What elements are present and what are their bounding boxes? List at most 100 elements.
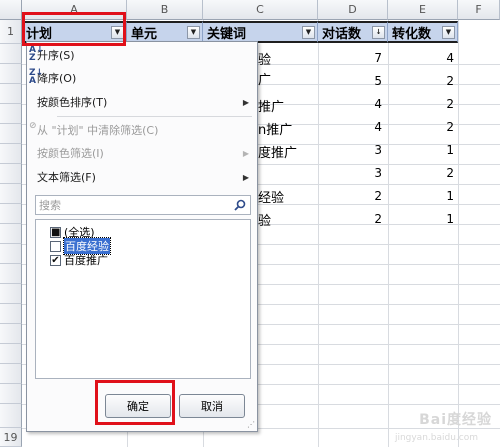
- filter-search-input[interactable]: 搜索: [35, 195, 251, 215]
- filter-dropdown-button[interactable]: ▼: [442, 26, 455, 39]
- keyword-cell[interactable]: 度推广: [258, 142, 297, 161]
- dialogs-cell[interactable]: 7: [362, 51, 382, 65]
- row-header[interactable]: [0, 224, 22, 244]
- conversions-cell[interactable]: 2: [434, 166, 454, 180]
- row-number: 1: [7, 25, 14, 38]
- keyword-cell[interactable]: 广: [258, 69, 271, 88]
- filter-dropdown-button[interactable]: ▼: [302, 26, 315, 39]
- conversions-cell[interactable]: 2: [434, 97, 454, 111]
- conversions-cell[interactable]: 2: [434, 120, 454, 134]
- header-cell-unit[interactable]: 单元 ▼: [127, 21, 203, 43]
- menu-item-label: 文本筛选(F): [37, 171, 96, 184]
- filter-dropdown-button[interactable]: ▼: [187, 26, 200, 39]
- header-label: 关键词: [207, 26, 247, 42]
- sort-descending-item[interactable]: Z↓ A 降序(O): [27, 67, 257, 89]
- column-header-d[interactable]: D: [318, 0, 388, 20]
- column-letter: D: [348, 3, 357, 16]
- keyword-cell[interactable]: 验: [258, 210, 271, 229]
- filter-option-baidu-tuiguang[interactable]: ✔ 百度推广: [50, 253, 108, 267]
- submenu-arrow-icon: ▶: [242, 97, 249, 107]
- filter-option-baidu-jingyan[interactable]: 百度经验: [50, 237, 111, 255]
- select-all-corner[interactable]: [0, 0, 22, 20]
- resize-grip-icon[interactable]: ⋰: [247, 421, 255, 429]
- column-letter: F: [475, 3, 482, 16]
- conversions-cell[interactable]: 1: [434, 143, 454, 157]
- dialogs-cell[interactable]: 4: [362, 97, 382, 111]
- row-header[interactable]: [0, 304, 22, 324]
- row-header[interactable]: [0, 264, 22, 284]
- conversions-cell[interactable]: 4: [434, 51, 454, 65]
- select-all-checkbox[interactable]: ■: [50, 226, 61, 238]
- header-label: 对话数: [322, 26, 362, 42]
- row-header[interactable]: [0, 84, 22, 104]
- menu-separator: [57, 116, 252, 117]
- column-header-b[interactable]: B: [127, 0, 203, 20]
- select-all-option[interactable]: ■ (全选): [50, 225, 95, 239]
- dialogs-cell[interactable]: 2: [362, 189, 382, 203]
- highlight-plan-filter: [22, 12, 126, 46]
- header-cell-dialogs[interactable]: 对话数 ↓: [318, 21, 388, 43]
- row-header[interactable]: [0, 204, 22, 224]
- row-header-19[interactable]: 19: [0, 428, 22, 447]
- option-checkbox[interactable]: ✔: [50, 254, 61, 266]
- text-filter-item[interactable]: 文本筛选(F) ▶: [27, 166, 257, 188]
- menu-item-label: 从 "计划" 中清除筛选(C): [37, 124, 159, 137]
- option-label: 百度推广: [64, 254, 108, 267]
- row-header[interactable]: [0, 364, 22, 384]
- column-letter: E: [419, 3, 426, 16]
- menu-item-label: 按颜色排序(T): [37, 96, 108, 109]
- watermark-logo: Bai度经验: [419, 412, 492, 428]
- submenu-arrow-icon: ▶: [242, 172, 249, 182]
- keyword-cell[interactable]: 推广: [258, 96, 284, 115]
- column-header-e[interactable]: E: [388, 0, 458, 20]
- dialogs-cell[interactable]: 3: [362, 143, 382, 157]
- row-header[interactable]: [0, 284, 22, 304]
- row-header[interactable]: [0, 244, 22, 264]
- row-header[interactable]: [0, 44, 22, 64]
- column-header-c[interactable]: C: [203, 0, 318, 20]
- option-checkbox[interactable]: [50, 240, 61, 252]
- column-header-f[interactable]: F: [458, 0, 500, 20]
- row-header[interactable]: [0, 384, 22, 404]
- highlight-ok-button: [95, 380, 175, 425]
- dialogs-cell[interactable]: 2: [362, 212, 382, 226]
- keyword-cell[interactable]: n推广: [258, 119, 292, 138]
- header-cell-conversions[interactable]: 转化数 ▼: [388, 21, 458, 43]
- menu-item-label: 按颜色筛选(I): [37, 147, 104, 160]
- row-header[interactable]: [0, 324, 22, 344]
- row-header[interactable]: [0, 164, 22, 184]
- autofilter-dropdown: A↓ Z 升序(S) Z↓ A 降序(O) 按颜色排序(T) ▶ ⊘ 从 "计划" …: [26, 41, 258, 432]
- row-header[interactable]: [0, 104, 22, 124]
- sort-by-color-item[interactable]: 按颜色排序(T) ▶: [27, 91, 257, 113]
- search-placeholder: 搜索: [39, 199, 61, 212]
- row-header[interactable]: [0, 124, 22, 144]
- header-label: 单元: [131, 26, 158, 42]
- keyword-cell[interactable]: 验: [258, 49, 271, 68]
- column-letter: B: [160, 3, 169, 16]
- cancel-button[interactable]: 取消: [179, 394, 245, 418]
- keyword-cell[interactable]: 经验: [258, 187, 284, 206]
- filter-value-list: ■ (全选) 百度经验 ✔ 百度推广: [35, 219, 251, 379]
- conversions-cell[interactable]: 2: [434, 74, 454, 88]
- button-label: 取消: [201, 400, 223, 413]
- header-cell-keyword[interactable]: 关键词 ▼: [203, 21, 318, 43]
- row-header[interactable]: [0, 184, 22, 204]
- row-header[interactable]: [0, 64, 22, 84]
- header-label: 转化数: [392, 26, 432, 42]
- row-header[interactable]: [0, 144, 22, 164]
- filter-by-color-item[interactable]: 按颜色筛选(I) ▶: [27, 142, 257, 164]
- row-header-1[interactable]: 1: [0, 20, 22, 44]
- row-header[interactable]: [0, 344, 22, 364]
- dialogs-cell[interactable]: 5: [362, 74, 382, 88]
- dialogs-cell[interactable]: 3: [362, 166, 382, 180]
- conversions-cell[interactable]: 1: [434, 189, 454, 203]
- watermark-url: jingyan.baidu.com: [394, 433, 478, 443]
- sort-filter-button[interactable]: ↓: [372, 26, 385, 39]
- column-letter: C: [256, 3, 264, 16]
- dialogs-cell[interactable]: 4: [362, 120, 382, 134]
- conversions-cell[interactable]: 1: [434, 212, 454, 226]
- sort-ascending-item[interactable]: A↓ Z 升序(S): [27, 44, 257, 66]
- row-header[interactable]: [0, 404, 22, 428]
- clear-filter-item[interactable]: ⊘ 从 "计划" 中清除筛选(C): [27, 119, 257, 141]
- sort-descending-icon: Z↓ A: [29, 68, 44, 86]
